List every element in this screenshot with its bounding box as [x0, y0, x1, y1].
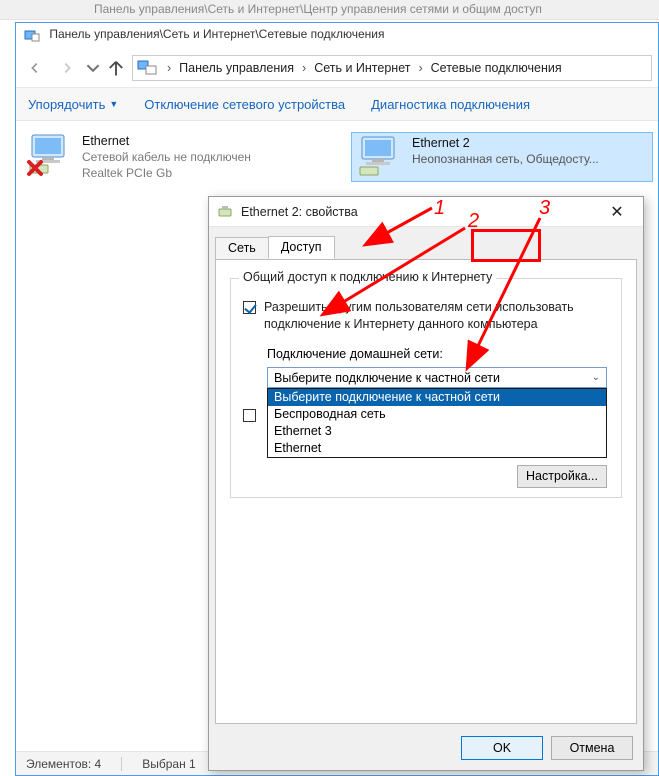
groupbox-legend: Общий доступ к подключению к Интернету: [239, 270, 496, 284]
home-network-dropdown[interactable]: Выберите подключение к частной сети ⌄: [267, 367, 607, 388]
ok-button[interactable]: OK: [461, 736, 543, 760]
tab-sharing[interactable]: Доступ: [268, 236, 335, 259]
connection-adapter: Realtek PCIe Gb: [82, 165, 251, 181]
dropdown-option[interactable]: Беспроводная сеть: [268, 406, 606, 423]
cmd-arrange[interactable]: Упорядочить ▼: [28, 97, 118, 112]
breadcrumb-seg-3[interactable]: Сетевые подключения: [429, 61, 564, 75]
tab-sharing-label: Доступ: [281, 240, 322, 254]
adapter-icon: [217, 204, 233, 220]
connection-item[interactable]: Ethernet Сетевой кабель не подключен Rea…: [26, 133, 336, 183]
background-title-text: Панель управления\Сеть и Интернет\Центр …: [94, 2, 542, 16]
ok-button-label: OK: [493, 741, 511, 755]
command-bar: Упорядочить ▼ Отключение сетевого устрой…: [16, 87, 658, 121]
network-connections-icon: [137, 59, 157, 77]
cmd-diagnose[interactable]: Диагностика подключения: [371, 97, 530, 112]
breadcrumb-sep-icon: ›: [161, 61, 177, 75]
dialog-button-row: OK Отмена: [461, 736, 633, 760]
nav-recent-button[interactable]: [86, 55, 100, 81]
allow-sharing-checkbox[interactable]: [243, 301, 256, 314]
status-item-count: Элементов: 4: [26, 757, 101, 771]
ethernet-icon: [356, 135, 404, 179]
allow-control-checkbox[interactable]: [243, 409, 256, 422]
cmd-arrange-label: Упорядочить: [28, 97, 105, 112]
allow-control-row[interactable]: [243, 407, 256, 422]
dialog-tabs: Сеть Доступ: [209, 231, 643, 259]
breadcrumb-sep-icon: ›: [412, 61, 428, 75]
dialog-close-button[interactable]: ✕: [599, 201, 635, 223]
breadcrumb-bar[interactable]: › Панель управления › Сеть и Интернет › …: [132, 55, 652, 81]
dropdown-selected-text: Выберите подключение к частной сети: [274, 371, 500, 385]
tab-panel-sharing: Общий доступ к подключению к Интернету Р…: [215, 259, 637, 724]
cancel-button[interactable]: Отмена: [551, 736, 633, 760]
allow-sharing-label: Разрешить другим пользователям сети испо…: [264, 299, 609, 333]
breadcrumb-seg-1[interactable]: Панель управления: [177, 61, 296, 75]
sharing-groupbox: Общий доступ к подключению к Интернету Р…: [230, 278, 622, 498]
dialog-titlebar[interactable]: Ethernet 2: свойства ✕: [209, 197, 643, 227]
cancel-button-label: Отмена: [570, 741, 615, 755]
settings-button[interactable]: Настройка...: [517, 465, 607, 488]
connection-name: Ethernet 2: [412, 135, 599, 151]
properties-dialog: Ethernet 2: свойства ✕ Сеть Доступ Общий…: [208, 196, 644, 771]
ethernet-disconnected-icon: [26, 133, 74, 177]
connection-name: Ethernet: [82, 133, 251, 149]
breadcrumb-seg-2[interactable]: Сеть и Интернет: [312, 61, 412, 75]
dropdown-option[interactable]: Ethernet: [268, 440, 606, 457]
connection-status: Неопознанная сеть, Общедосту...: [412, 151, 599, 167]
chevron-down-icon: ⌄: [592, 372, 600, 383]
nav-forward-button[interactable]: [54, 55, 80, 81]
allow-sharing-row[interactable]: Разрешить другим пользователям сети испо…: [243, 299, 609, 333]
connection-status: Сетевой кабель не подключен: [82, 149, 251, 165]
nav-up-button[interactable]: [106, 58, 126, 78]
dropdown-option[interactable]: Ethernet 3: [268, 423, 606, 440]
close-icon: ✕: [610, 202, 623, 222]
status-divider-icon: [121, 757, 122, 771]
cmd-diagnose-label: Диагностика подключения: [371, 97, 530, 112]
breadcrumb-sep-icon: ›: [296, 61, 312, 75]
connection-item-selected[interactable]: Ethernet 2 Неопознанная сеть, Общедосту.…: [352, 133, 652, 181]
dropdown-option[interactable]: Выберите подключение к частной сети: [268, 389, 606, 406]
status-selected-count: Выбран 1: [142, 757, 195, 771]
address-row: › Панель управления › Сеть и Интернет › …: [16, 49, 658, 87]
nav-back-button[interactable]: [22, 55, 48, 81]
cmd-disable-device[interactable]: Отключение сетевого устройства: [144, 97, 345, 112]
cmd-disable-label: Отключение сетевого устройства: [144, 97, 345, 112]
tab-network-label: Сеть: [228, 241, 256, 255]
window-titlebar: Панель управления\Сеть и Интернет\Сетевы…: [16, 23, 658, 49]
caret-down-icon: ▼: [109, 99, 118, 109]
settings-button-label: Настройка...: [526, 469, 598, 483]
home-network-dropdown-list[interactable]: Выберите подключение к частной сети Бесп…: [267, 388, 607, 458]
window-title-text: Панель управления\Сеть и Интернет\Сетевы…: [49, 27, 384, 41]
background-window-title: Панель управления\Сеть и Интернет\Центр …: [0, 0, 659, 20]
tab-network[interactable]: Сеть: [215, 237, 269, 260]
control-panel-icon: [24, 28, 40, 42]
home-network-label: Подключение домашней сети:: [267, 347, 443, 361]
dialog-title-text: Ethernet 2: свойства: [241, 205, 599, 219]
error-x-icon: [26, 159, 44, 177]
